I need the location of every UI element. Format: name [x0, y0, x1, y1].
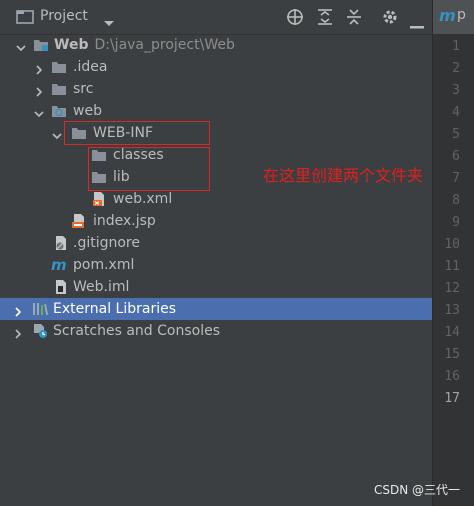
maven-icon: m [439, 6, 456, 25]
root-path: D:\java_project\Web [94, 37, 235, 53]
chevron-down-icon[interactable] [51, 127, 63, 140]
library-icon [32, 301, 49, 317]
expand-all-icon[interactable] [316, 8, 334, 30]
tree-label-src: src [73, 81, 94, 97]
hide-icon[interactable] [410, 15, 424, 34]
chevron-right-icon[interactable] [33, 61, 45, 75]
tree-label-idea: .idea [73, 59, 108, 75]
watermark: CSDN @三代一 [373, 483, 460, 497]
tree-label-web-xml: web.xml [113, 191, 173, 207]
line-number: 4 [452, 105, 460, 120]
tree-label-web-iml: Web.iml [73, 279, 130, 295]
line-number: 6 [452, 149, 460, 164]
tree-row-index-jsp[interactable]: index.jsp [0, 210, 432, 232]
line-number: 12 [444, 281, 460, 296]
tree-row-src[interactable]: src [0, 78, 432, 100]
svg-text:m: m [51, 256, 67, 273]
tree-row-web-iml[interactable]: Web.iml [0, 276, 432, 298]
chevron-down-icon[interactable] [15, 39, 27, 52]
line-number-gutter: 1 2 3 4 5 6 7 8 9 10 11 12 13 14 15 16 1… [433, 34, 474, 506]
root-name: Web [54, 37, 89, 53]
tree-label-scratches: Scratches and Consoles [53, 323, 220, 339]
tree-label-pom-xml: pom.xml [73, 257, 135, 273]
line-number: 5 [452, 127, 460, 142]
tree-row-scratches[interactable]: Scratches and Consoles [0, 320, 432, 342]
collapse-all-icon[interactable] [345, 8, 363, 30]
scratches-icon [32, 323, 48, 339]
line-number-current: 17 [444, 391, 460, 406]
tree-label-web: web [73, 103, 102, 119]
tree-row-gitignore[interactable]: .gitignore [0, 232, 432, 254]
line-number: 14 [444, 325, 460, 340]
jsp-file-icon [71, 213, 87, 229]
locate-icon[interactable] [286, 8, 304, 30]
line-number: 13 [444, 303, 460, 318]
gear-icon[interactable] [381, 8, 399, 30]
annotation-text: 在这里创建两个文件夹 [263, 166, 424, 185]
folder-icon [51, 81, 67, 97]
project-tree: Web D:\java_project\Web .idea src web WE… [0, 34, 432, 506]
chevron-down-icon[interactable] [33, 105, 45, 118]
line-number: 15 [444, 347, 460, 362]
editor-tab-label: p [457, 7, 466, 23]
chevron-right-icon[interactable] [12, 303, 24, 317]
maven-icon: m [50, 255, 67, 274]
line-number: 3 [452, 83, 460, 98]
module-folder-icon [33, 37, 49, 53]
chevron-right-icon[interactable] [12, 325, 24, 339]
highlight-box-web-inf [64, 121, 210, 145]
line-number: 11 [444, 259, 460, 274]
line-number: 16 [444, 369, 460, 384]
tree-row-idea[interactable]: .idea [0, 56, 432, 78]
ignore-file-icon [53, 235, 69, 251]
editor-tab-pom[interactable]: m p [433, 0, 474, 36]
tree-row-web-xml[interactable]: web.xml [0, 188, 432, 210]
web-folder-icon [51, 103, 67, 119]
xml-file-icon [91, 191, 107, 207]
project-view-title[interactable]: Project [40, 8, 88, 24]
tree-label-external-libraries: External Libraries [53, 301, 176, 317]
line-number: 10 [444, 237, 460, 252]
project-toolbar: Project [0, 0, 432, 35]
line-number: 8 [452, 193, 460, 208]
folder-icon [51, 59, 67, 75]
line-number: 9 [452, 215, 460, 230]
tree-label-gitignore: .gitignore [73, 235, 140, 251]
chevron-right-icon[interactable] [33, 83, 45, 97]
tree-row-pom-xml[interactable]: m pom.xml [0, 254, 432, 276]
iml-file-icon [53, 279, 69, 295]
project-folder-icon [16, 9, 34, 29]
line-number: 2 [452, 61, 460, 76]
tree-row-web-root[interactable]: Web D:\java_project\Web [0, 34, 432, 56]
highlight-box-new-folders [88, 147, 210, 191]
line-number: 1 [452, 39, 460, 54]
tree-label-web-root: Web D:\java_project\Web [54, 34, 235, 56]
dropdown-icon[interactable] [103, 13, 115, 32]
tree-row-web[interactable]: web [0, 100, 432, 122]
tree-label-index-jsp: index.jsp [93, 213, 156, 229]
tree-row-external-libraries[interactable]: External Libraries [0, 298, 432, 320]
line-number: 7 [452, 171, 460, 186]
